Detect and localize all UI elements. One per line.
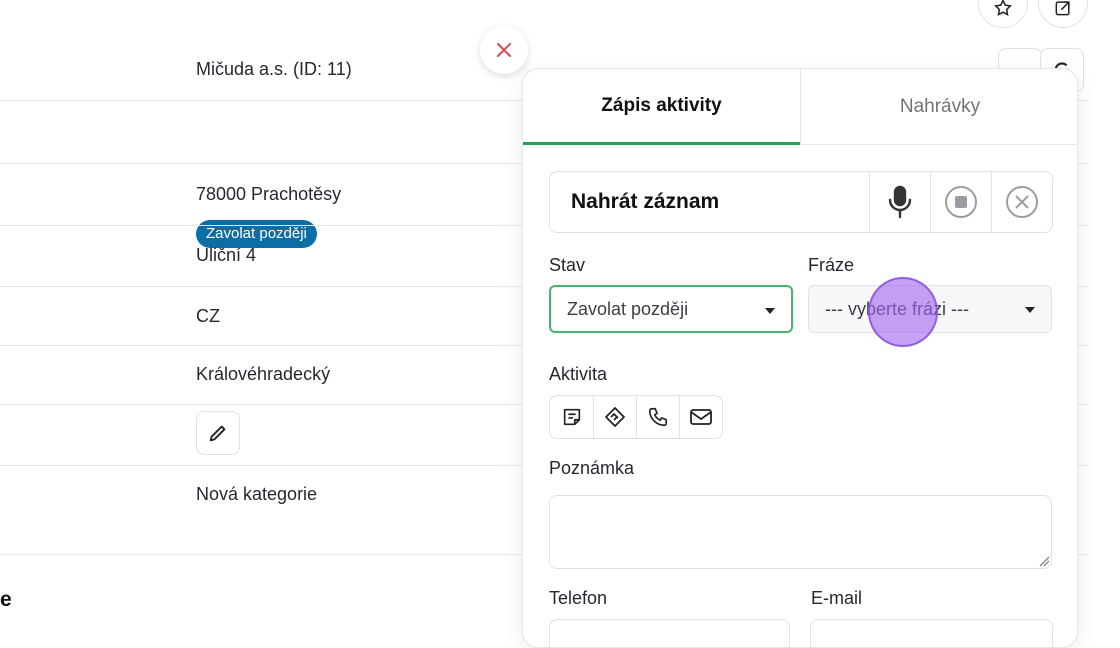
note-label: Poznámka — [549, 458, 635, 478]
state-select[interactable]: Zavolat později — [549, 285, 793, 333]
state-select-value: Zavolat později — [567, 298, 689, 319]
mail-icon — [690, 409, 712, 425]
phrase-label: Fráze — [808, 255, 855, 275]
external-edit-icon — [1055, 1, 1070, 16]
activity-label: Aktivita — [549, 364, 608, 384]
record-button[interactable] — [869, 172, 930, 232]
close-panel-button[interactable] — [480, 26, 528, 74]
edit-button[interactable] — [196, 411, 240, 455]
phone-input[interactable] — [549, 619, 790, 647]
recording-bar: Nahrát záznam — [549, 171, 1053, 233]
city-value: 78000 Prachotěsy — [196, 184, 342, 204]
activity-email-button[interactable] — [679, 396, 722, 438]
note-icon — [563, 408, 580, 426]
close-icon — [497, 43, 511, 57]
email-label: E-mail — [811, 588, 863, 608]
activity-type-group — [549, 395, 723, 439]
category-value: Nová kategorie — [196, 484, 318, 504]
phone-label: Telefon — [549, 588, 608, 608]
street-value: Uliční 4 — [196, 245, 257, 265]
chevron-down-icon — [1025, 307, 1035, 313]
microphone-icon — [888, 185, 912, 219]
state-label: Stav — [549, 255, 586, 275]
handshake-icon — [605, 407, 625, 427]
section-heading: e — [0, 588, 12, 611]
cancel-circle-icon — [1006, 186, 1038, 218]
region-value: Královéhradecký — [196, 364, 331, 384]
chevron-down-icon — [765, 308, 775, 314]
company-name: Mičuda a.s. (ID: 11) — [196, 59, 352, 79]
tab-recordings[interactable]: Nahrávky — [800, 69, 1077, 145]
country-value: CZ — [196, 306, 220, 326]
stop-button[interactable] — [930, 172, 991, 232]
star-icon — [994, 0, 1012, 16]
phrase-select-value: --- vyberte frázi --- — [825, 298, 969, 319]
activity-call-button[interactable] — [636, 396, 679, 438]
stop-icon — [945, 186, 977, 218]
record-label: Nahrát záznam — [571, 190, 720, 213]
phone-icon — [648, 407, 668, 427]
panel-tabs: Zápis aktivity Nahrávky — [523, 69, 1077, 145]
cancel-record-button[interactable] — [991, 172, 1052, 232]
activity-panel: Zápis aktivity Nahrávky Nahrát záznam St… — [522, 68, 1078, 648]
resize-grip-icon[interactable] — [1038, 555, 1050, 567]
tab-activity-log[interactable]: Zápis aktivity — [523, 69, 800, 145]
email-input[interactable] — [810, 619, 1053, 647]
phrase-select[interactable]: --- vyberte frázi --- — [808, 285, 1052, 333]
activity-note-button[interactable] — [550, 396, 593, 438]
pencil-icon — [209, 425, 226, 442]
note-textarea[interactable] — [549, 495, 1052, 569]
activity-meeting-button[interactable] — [593, 396, 636, 438]
